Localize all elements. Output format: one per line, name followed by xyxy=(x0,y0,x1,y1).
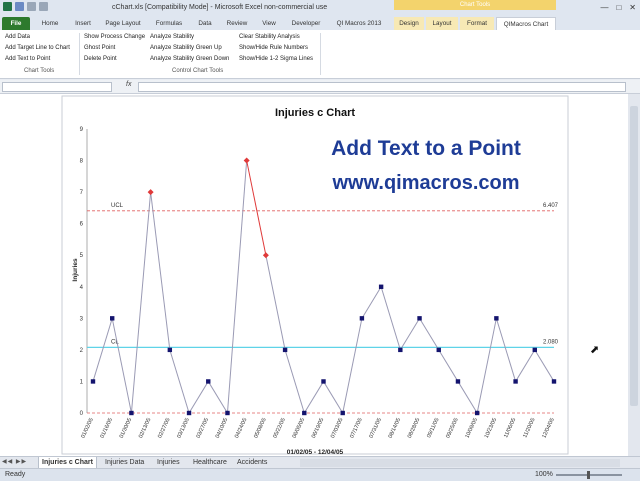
chart-tools-banner: Chart Tools xyxy=(394,0,556,10)
zoom-slider-knob[interactable] xyxy=(587,471,590,479)
tab-qimacros-chart[interactable]: QIMacros Chart xyxy=(496,17,556,31)
cl-value-label: 2.080 xyxy=(543,339,559,345)
vertical-scrollbar[interactable] xyxy=(628,94,640,456)
data-point xyxy=(206,379,211,384)
data-point xyxy=(436,347,441,353)
data-point xyxy=(321,379,326,384)
tab-qi-macros-2013[interactable]: QI Macros 2013 xyxy=(330,17,388,30)
tab-layout[interactable]: Layout xyxy=(426,17,458,30)
minimize-icon[interactable]: — xyxy=(600,3,608,12)
show-hide-rule-numbers-button[interactable]: Show/Hide Rule Numbers xyxy=(239,45,308,51)
clear-stability-analysis-button[interactable]: Clear Stability Analysis xyxy=(239,34,300,40)
y-axis-label: Injuries xyxy=(72,258,79,282)
mouse-cursor-icon: ⬈ xyxy=(590,344,600,356)
close-icon[interactable]: ✕ xyxy=(629,3,636,12)
ghost-point-button[interactable]: Ghost Point xyxy=(84,45,115,51)
data-point xyxy=(494,316,499,321)
data-point xyxy=(513,379,518,384)
ribbon-tabs: File Home Insert Page Layout Formulas Da… xyxy=(0,16,640,31)
scrollbar-thumb[interactable] xyxy=(630,106,638,406)
data-point xyxy=(110,316,115,321)
data-point xyxy=(398,347,403,353)
data-point xyxy=(417,316,422,321)
window-title: cChart.xls [Compatibility Mode] - Micros… xyxy=(112,4,328,11)
analyze-stability-green-up-button[interactable]: Analyze Stability Green Up xyxy=(150,45,222,51)
delete-point-button[interactable]: Delete Point xyxy=(84,56,117,62)
tab-view[interactable]: View xyxy=(256,17,282,30)
tab-home[interactable]: Home xyxy=(36,17,64,30)
ucl-value-label: 6.407 xyxy=(543,203,559,209)
formula-bar: fx xyxy=(0,80,640,94)
tab-data[interactable]: Data xyxy=(192,17,218,30)
x-axis-label: 01/02/05 - 12/04/05 xyxy=(287,449,344,456)
annotation-line-1: Add Text to a Point xyxy=(331,137,521,160)
zoom-level: 100% xyxy=(535,471,553,478)
show-process-change-button[interactable]: Show Process Change xyxy=(84,34,145,40)
ucl-label: UCL xyxy=(111,203,124,209)
horizontal-scrollbar[interactable] xyxy=(300,459,620,467)
sheet-tab-injuries[interactable]: Injuries xyxy=(154,457,183,468)
sheet-tab-accidents[interactable]: Accidents xyxy=(234,457,270,468)
data-point xyxy=(359,316,365,321)
redo-icon[interactable] xyxy=(39,2,48,11)
save-icon[interactable] xyxy=(15,2,24,11)
tab-page-layout[interactable]: Page Layout xyxy=(102,17,144,30)
control-chart-tools-group-label: Control Chart Tools xyxy=(172,68,224,74)
annotation-line-2: www.qimacros.com xyxy=(331,172,519,194)
data-point xyxy=(167,347,173,353)
fx-icon[interactable]: fx xyxy=(126,81,131,88)
quick-access-toolbar xyxy=(3,2,48,11)
data-point xyxy=(532,347,537,353)
cl-label: CL xyxy=(111,339,119,345)
analyze-stability-green-down-button[interactable]: Analyze Stability Green Down xyxy=(150,56,229,62)
tab-review[interactable]: Review xyxy=(222,17,252,30)
formula-input[interactable] xyxy=(138,82,626,92)
add-data-button[interactable]: Add Data xyxy=(5,34,30,40)
title-bar: cChart.xls [Compatibility Mode] - Micros… xyxy=(0,0,640,16)
data-point xyxy=(186,410,192,416)
data-point xyxy=(455,379,461,384)
window-controls: — □ ✕ xyxy=(600,3,636,12)
excel-icon[interactable] xyxy=(3,2,12,11)
add-target-line-button[interactable]: Add Target Line to Chart xyxy=(5,45,70,51)
data-point xyxy=(302,410,307,416)
tab-design[interactable]: Design xyxy=(394,17,424,30)
tab-file[interactable]: File xyxy=(2,17,30,30)
status-bar: Ready 100% xyxy=(0,468,640,481)
chart-tools-group-label: Chart Tools xyxy=(24,68,55,74)
add-text-to-point-button[interactable]: Add Text to Point xyxy=(5,56,50,62)
undo-icon[interactable] xyxy=(27,2,36,11)
data-point xyxy=(90,379,96,384)
show-hide-sigma-lines-button[interactable]: Show/Hide 1-2 Sigma Lines xyxy=(239,56,313,62)
analyze-stability-button[interactable]: Analyze Stability xyxy=(150,34,194,40)
sheet-tab-healthcare[interactable]: Healthcare xyxy=(190,457,230,468)
tab-developer[interactable]: Developer xyxy=(286,17,326,30)
tab-format[interactable]: Format xyxy=(460,17,494,30)
data-point xyxy=(282,347,288,353)
tab-insert[interactable]: Insert xyxy=(68,17,98,30)
data-point xyxy=(474,410,480,416)
tab-formulas[interactable]: Formulas xyxy=(150,17,188,30)
name-box[interactable] xyxy=(2,82,112,92)
chart-area[interactable]: Injuries c Chart Injuries 01/02/05 - 12/… xyxy=(0,94,628,456)
data-point xyxy=(129,410,134,416)
data-point xyxy=(378,284,384,289)
ribbon-separator xyxy=(79,33,80,75)
data-point xyxy=(340,410,345,416)
ribbon: Add Data Add Target Line to Chart Add Te… xyxy=(0,30,640,79)
data-point xyxy=(225,410,230,416)
chart-title: Injuries c Chart xyxy=(275,107,355,119)
data-point xyxy=(551,379,557,384)
ribbon-separator xyxy=(320,33,321,75)
sheet-nav-arrows[interactable]: ◀◀ ▶▶ xyxy=(2,458,27,465)
status-ready: Ready xyxy=(5,471,26,478)
sheet-tab-injuries-data[interactable]: Injuries Data xyxy=(102,457,147,468)
maximize-icon[interactable]: □ xyxy=(616,3,621,12)
